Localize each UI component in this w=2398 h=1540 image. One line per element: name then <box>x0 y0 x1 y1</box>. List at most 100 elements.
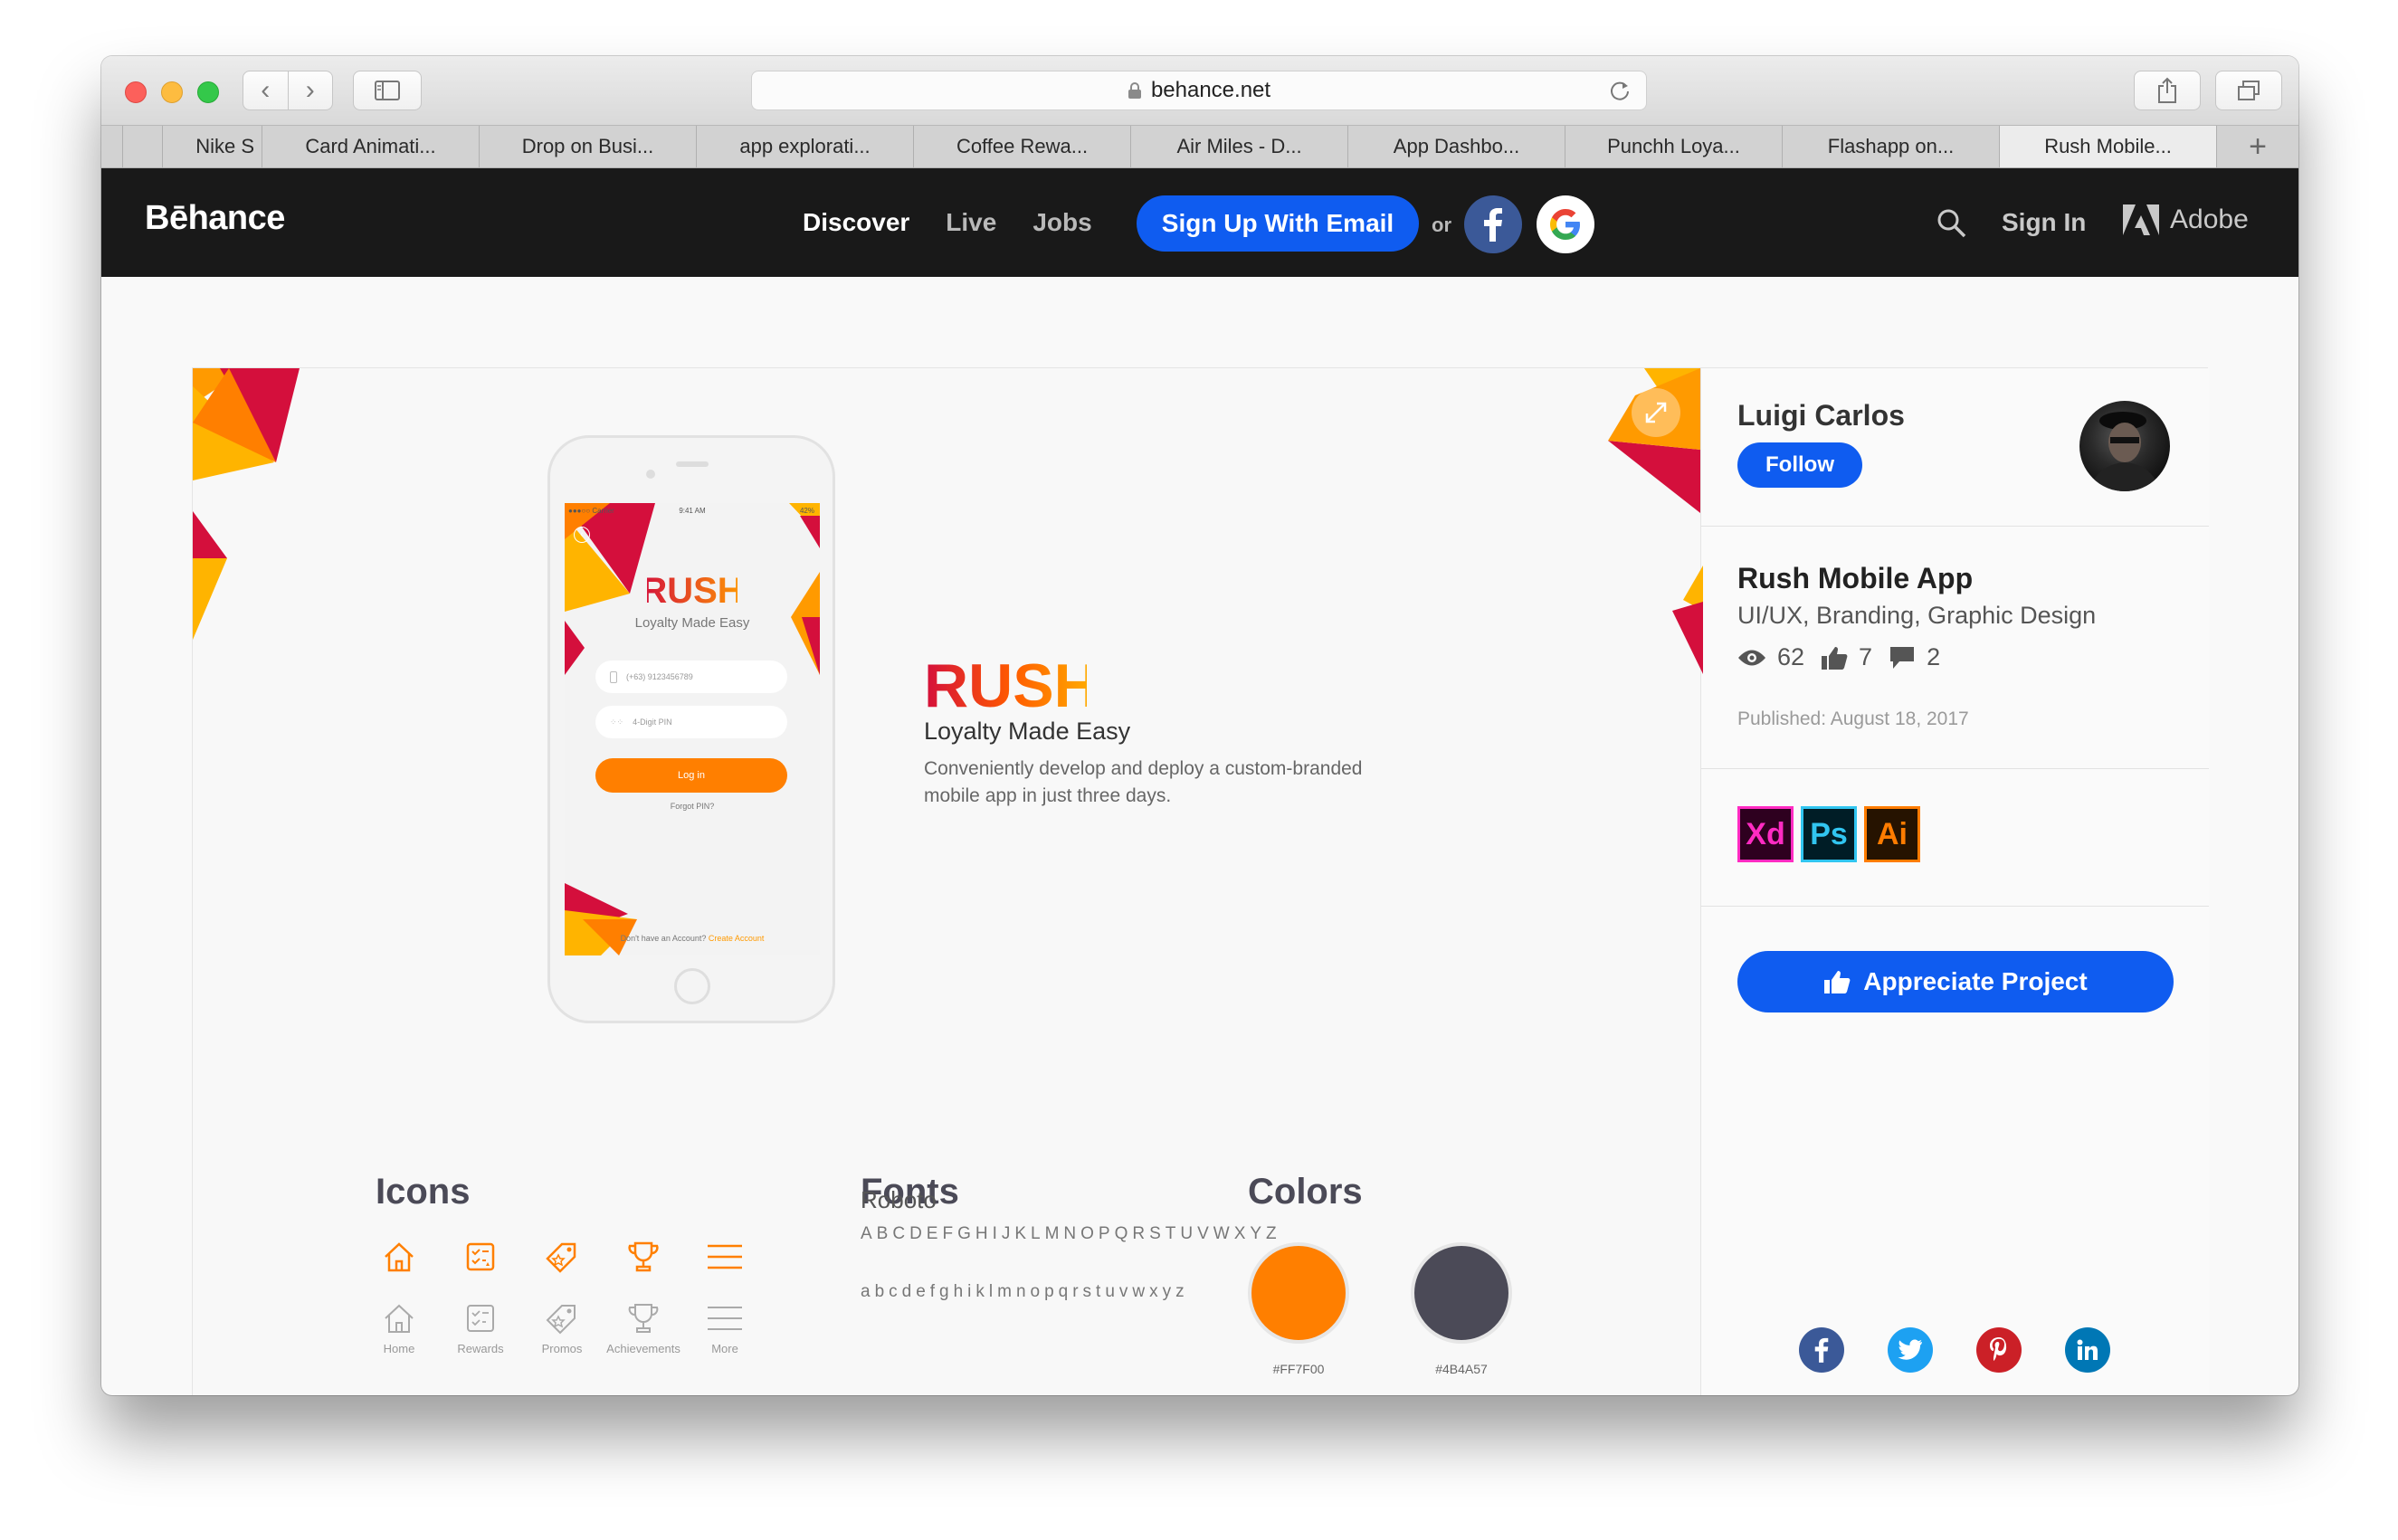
pin-field[interactable]: ⁘⁘ 4-Digit PIN <box>595 706 787 738</box>
url-text: behance.net <box>1150 78 1271 102</box>
svg-text:RUSH: RUSH <box>647 572 737 608</box>
google-signup-button[interactable] <box>1537 195 1594 253</box>
follow-button[interactable]: Follow <box>1737 442 1862 488</box>
adobe-label: Adobe <box>2170 204 2249 234</box>
icon-label: Promos <box>541 1342 583 1355</box>
tab[interactable]: Drop on Busi... <box>480 126 697 167</box>
minimize-window-button[interactable] <box>161 81 183 103</box>
share-buttons <box>1799 1327 2110 1373</box>
nav-discover[interactable]: Discover <box>803 208 909 237</box>
lock-icon <box>1128 82 1141 99</box>
share-linkedin-button[interactable] <box>2065 1327 2110 1373</box>
share-twitter-button[interactable] <box>1888 1327 1933 1373</box>
keypad-icon: ⁘⁘ <box>610 717 624 727</box>
login-button[interactable]: Log in <box>595 758 787 793</box>
tab-label: App Dashbo... <box>1393 135 1520 157</box>
main-nav: Discover Live Jobs <box>803 208 1092 237</box>
address-bar[interactable]: behance.net <box>751 71 1647 110</box>
phone-number-field[interactable]: (+63) 9123456789 <box>595 661 787 693</box>
tab[interactable]: app explorati... <box>697 126 914 167</box>
google-icon <box>1550 209 1580 240</box>
appreciate-label: Appreciate Project <box>1863 967 2088 995</box>
pinned-tab[interactable] <box>123 126 163 167</box>
zoom-window-button[interactable] <box>197 81 219 103</box>
back-icon[interactable]: ‹ <box>243 71 289 109</box>
no-account-text: Don't have an Account? <box>620 934 707 943</box>
new-tab-button[interactable]: + <box>2217 126 2298 167</box>
tab-label: Punchh Loya... <box>1607 135 1740 157</box>
tab[interactable]: Flashapp on... <box>1783 126 2000 167</box>
tab-label: Rush Mobile... <box>2044 135 2172 157</box>
icon-cell: Promos <box>538 1300 585 1355</box>
owner-name[interactable]: Luigi Carlos <box>1737 399 1905 433</box>
font-lowercase-sample: abcdefghiklmnopqrstuvwxyz <box>861 1282 1189 1301</box>
icon-label: More <box>711 1342 738 1355</box>
status-time: 9:41 AM <box>679 507 706 515</box>
create-account-row: Don't have an Account? Create Account <box>565 934 820 943</box>
tab[interactable]: Nike S <box>163 126 262 167</box>
appreciate-project-button[interactable]: Appreciate Project <box>1737 951 2174 1012</box>
screen-decor-bottom <box>565 883 637 955</box>
tab-label: Coffee Rewa... <box>956 135 1089 157</box>
facebook-signup-button[interactable] <box>1464 195 1522 253</box>
sign-in-link[interactable]: Sign In <box>2002 208 2086 237</box>
icon-label: Achievements <box>606 1342 680 1355</box>
share-facebook-button[interactable] <box>1799 1327 1844 1373</box>
illustrator-tool[interactable]: Ai <box>1864 806 1920 862</box>
tab[interactable]: Punchh Loya... <box>1565 126 1783 167</box>
title-bar: ‹ › behance.net <box>101 56 2298 125</box>
rush-logo: RUSH <box>641 571 743 611</box>
share-pinterest-button[interactable] <box>1976 1327 2022 1373</box>
owner-avatar[interactable] <box>2079 401 2170 491</box>
tab-active[interactable]: Rush Mobile... <box>2000 126 2217 167</box>
eye-icon <box>1738 650 1765 665</box>
back-arrow-icon[interactable]: ‹ <box>574 527 590 543</box>
tab[interactable]: Coffee Rewa... <box>914 126 1131 167</box>
photoshop-tool[interactable]: Ps <box>1801 806 1857 862</box>
rewards-icon <box>467 1305 494 1332</box>
project-title: Rush Mobile App <box>1737 562 1974 594</box>
icon-cell <box>376 1239 423 1275</box>
hero-brand-logo: RUSH <box>924 651 1099 720</box>
home-icon <box>385 1242 414 1272</box>
sidebar-toggle-button[interactable] <box>353 71 422 110</box>
share-button[interactable] <box>2134 71 2201 110</box>
phone-number-value: (+63) 9123456789 <box>626 672 693 681</box>
project-card: ●●●○○ Carrier 9:41 AM 42% ‹ RUSH Loyalty… <box>192 367 2209 1395</box>
nav-jobs[interactable]: Jobs <box>1032 208 1091 237</box>
icon-cell: Home <box>376 1300 423 1355</box>
forward-icon[interactable]: › <box>289 71 333 109</box>
tab[interactable]: Card Animati... <box>262 126 480 167</box>
menu-icon <box>708 1244 742 1269</box>
adobe-xd-tool[interactable]: Xd <box>1737 806 1794 862</box>
icon-cell: Achievements <box>606 1300 680 1355</box>
forgot-pin-link[interactable]: Forgot PIN? <box>565 802 820 811</box>
reload-icon[interactable] <box>1608 79 1632 102</box>
search-icon[interactable] <box>1936 208 1967 239</box>
project-fields[interactable]: UI/UX, Branding, Graphic Design <box>1737 602 2096 630</box>
expand-button[interactable] <box>1632 388 1680 437</box>
nav-live[interactable]: Live <box>946 208 996 237</box>
adobe-link[interactable]: Adobe <box>2123 204 2249 235</box>
behance-logo[interactable]: Bēhance <box>145 199 285 238</box>
linkedin-icon <box>2077 1339 2098 1360</box>
tool-label: Ps <box>1810 816 1848 851</box>
project-canvas: ●●●○○ Carrier 9:41 AM 42% ‹ RUSH Loyalty… <box>193 368 1700 1395</box>
icon-cell <box>620 1239 667 1275</box>
create-account-link[interactable]: Create Account <box>709 934 765 943</box>
pinned-tab[interactable] <box>101 126 123 167</box>
menu-icon <box>708 1307 742 1330</box>
pin-placeholder: 4-Digit PIN <box>633 718 672 727</box>
sign-up-email-button[interactable]: Sign Up With Email <box>1137 195 1419 252</box>
promos-icon <box>546 1242 576 1273</box>
tab-label: Nike S <box>195 135 254 157</box>
color-swatch-label: #4B4A57 <box>1435 1362 1488 1376</box>
close-window-button[interactable] <box>125 81 147 103</box>
tab[interactable]: App Dashbo... <box>1348 126 1565 167</box>
font-uppercase-sample: ABCDEFGHIJKLMNOPQRSTUVWXYZ <box>861 1224 1281 1243</box>
icon-cell: More <box>701 1300 748 1355</box>
icon-label: Rewards <box>457 1342 504 1355</box>
sidebar-divider <box>1701 526 2209 527</box>
tab[interactable]: Air Miles - D... <box>1131 126 1348 167</box>
tab-overview-button[interactable] <box>2215 71 2282 110</box>
